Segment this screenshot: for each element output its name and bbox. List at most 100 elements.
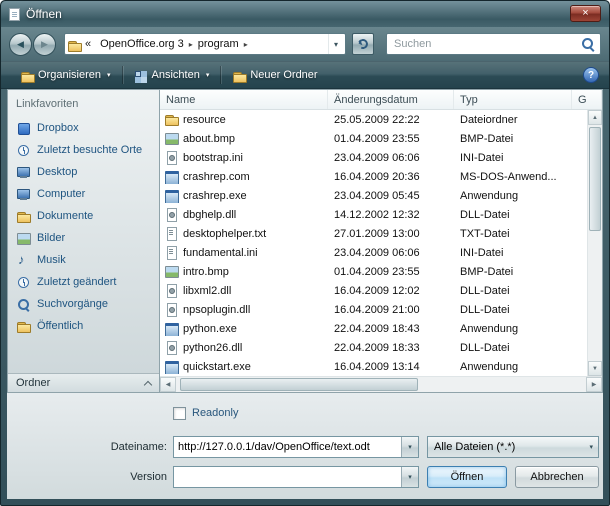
views-button[interactable]: Ansichten ▾ [125, 66, 219, 85]
file-row-desktophelper-txt[interactable]: desktophelper.txt27.01.2009 13:00TXT-Dat… [160, 224, 587, 243]
version-combobox[interactable]: ▾ [173, 466, 419, 488]
file-row-libxml2-dll[interactable]: libxml2.dll16.04.2009 12:02DLL-Datei [160, 281, 587, 300]
refresh-button[interactable] [352, 33, 374, 55]
open-button[interactable]: Öffnen [427, 466, 507, 488]
clock-icon [16, 275, 31, 290]
file-row-resource[interactable]: resource25.05.2009 22:22Dateiordner [160, 110, 587, 129]
file-date: 01.04.2009 23:55 [328, 133, 454, 145]
new-folder-button[interactable]: Neuer Ordner [223, 66, 326, 85]
filename-dropdown-button[interactable]: ▾ [401, 437, 418, 457]
scroll-left-button[interactable]: ◀ [160, 377, 176, 392]
forward-button[interactable]: ▶ [33, 33, 56, 56]
file-row-dbghelp-dll[interactable]: dbghelp.dll14.12.2002 12:32DLL-Datei [160, 205, 587, 224]
folder-icon [16, 209, 31, 224]
version-dropdown-button[interactable]: ▾ [401, 467, 418, 487]
horizontal-scrollbar[interactable]: ◀ ▶ [160, 376, 602, 392]
vertical-scroll-track[interactable] [588, 125, 602, 361]
scroll-up-button[interactable]: ▲ [588, 110, 602, 125]
sidebar-item-dropbox[interactable]: Dropbox [8, 117, 159, 139]
vertical-scrollbar[interactable]: ▲ ▼ [587, 110, 602, 376]
horizontal-scroll-thumb[interactable] [180, 378, 418, 391]
organize-icon [20, 69, 33, 82]
breadcrumb-separator-icon[interactable]: ▸ [243, 40, 249, 49]
vertical-scroll-thumb[interactable] [589, 127, 601, 231]
breadcrumb-dropdown-button[interactable]: ▾ [328, 34, 343, 54]
file-row-fundamental-ini[interactable]: fundamental.ini23.04.2009 06:06INI-Datei [160, 243, 587, 262]
sidebar-item-computer[interactable]: Computer [8, 183, 159, 205]
sidebar-item-suchvorgaenge[interactable]: Suchvorgänge [8, 293, 159, 315]
navigation-bar: ◀ ▶ « OpenOffice.org 3▸program▸ ▾ [1, 27, 609, 61]
readonly-checkbox[interactable] [173, 407, 186, 420]
file-row-npsoplugin-dll[interactable]: npsoplugin.dll16.04.2009 21:00DLL-Datei [160, 300, 587, 319]
file-row-crashrep-com[interactable]: crashrep.com16.04.2009 20:36MS-DOS-Anwen… [160, 167, 587, 186]
app-icon [164, 169, 179, 184]
scroll-down-button[interactable]: ▼ [588, 361, 602, 376]
sidebar-item-dokumente[interactable]: Dokumente [8, 205, 159, 227]
organize-button[interactable]: Organisieren ▾ [11, 66, 120, 85]
search-icon [581, 37, 595, 51]
sidebar-item-zuletzt-besuchte-orte[interactable]: Zuletzt besuchte Orte [8, 139, 159, 161]
file-row-bootstrap-ini[interactable]: bootstrap.ini23.04.2009 06:06INI-Datei [160, 148, 587, 167]
sidebar-item-label: Musik [37, 254, 66, 266]
favorites-header: Linkfavoriten [8, 90, 159, 115]
help-icon: ? [588, 70, 594, 81]
dialog-icon [9, 8, 20, 21]
titlebar[interactable]: Öffnen × [1, 1, 609, 27]
sidebar-item-label: Bilder [37, 232, 65, 244]
column-header-typ[interactable]: Typ [454, 90, 572, 109]
gear-icon [164, 340, 179, 355]
file-row-crashrep-exe[interactable]: crashrep.exe23.04.2009 05:45Anwendung [160, 186, 587, 205]
file-name: intro.bmp [183, 266, 229, 278]
file-name-cell: npsoplugin.dll [160, 302, 328, 317]
file-row-python26-dll[interactable]: python26.dll22.04.2009 18:33DLL-Datei [160, 338, 587, 357]
sidebar-item-zuletzt-geaendert[interactable]: Zuletzt geändert [8, 271, 159, 293]
search-box[interactable] [386, 33, 601, 55]
file-name-cell: quickstart.exe [160, 359, 328, 374]
help-button[interactable]: ? [583, 67, 599, 83]
file-date: 27.01.2009 13:00 [328, 228, 454, 240]
sidebar-item-oeffentlich[interactable]: Öffentlich [8, 315, 159, 337]
breadcrumb[interactable]: « OpenOffice.org 3▸program▸ ▾ [64, 33, 346, 55]
chevron-down-icon: ▾ [589, 443, 593, 451]
sidebar-item-desktop[interactable]: Desktop [8, 161, 159, 183]
scroll-right-button[interactable]: ▶ [586, 377, 602, 392]
filename-combobox[interactable]: ▾ [173, 436, 419, 458]
sidebar-item-bilder[interactable]: Bilder [8, 227, 159, 249]
breadcrumb-folder-icon [67, 38, 80, 51]
file-name: npsoplugin.dll [183, 304, 250, 316]
file-name-cell: intro.bmp [160, 264, 328, 279]
column-header-aenderungsdatum[interactable]: Änderungsdatum [328, 90, 454, 109]
column-header-name[interactable]: Name [160, 90, 328, 109]
toolbar-separator [122, 66, 123, 84]
search-input[interactable] [392, 37, 581, 51]
file-date: 16.04.2009 12:02 [328, 285, 454, 297]
column-header-g[interactable]: G [572, 90, 602, 109]
cancel-button[interactable]: Abbrechen [515, 466, 599, 488]
filetype-select[interactable]: Alle Dateien (*.*) ▾ [427, 436, 599, 458]
folders-expander[interactable]: Ordner [8, 373, 159, 392]
views-dropdown-icon: ▾ [206, 71, 210, 79]
filename-input[interactable] [174, 441, 401, 453]
sidebar-item-label: Zuletzt besuchte Orte [37, 144, 142, 156]
file-row-about-bmp[interactable]: about.bmp01.04.2009 23:55BMP-Datei [160, 129, 587, 148]
file-row-python-exe[interactable]: python.exe22.04.2009 18:43Anwendung [160, 319, 587, 338]
file-date: 16.04.2009 20:36 [328, 171, 454, 183]
breadcrumb-item-program[interactable]: program [194, 38, 243, 50]
close-button[interactable]: × [570, 5, 601, 22]
file-row-intro-bmp[interactable]: intro.bmp01.04.2009 23:55BMP-Datei [160, 262, 587, 281]
horizontal-scroll-track[interactable] [176, 377, 586, 392]
breadcrumb-overflow-chevron[interactable]: « [82, 38, 94, 50]
version-label: Version [7, 471, 167, 483]
back-button[interactable]: ◀ [9, 33, 32, 56]
file-date: 22.04.2009 18:43 [328, 323, 454, 335]
version-input[interactable] [174, 471, 401, 483]
file-row-quickstart-exe[interactable]: quickstart.exe16.04.2009 13:14Anwendung [160, 357, 587, 376]
open-button-label: Öffnen [451, 471, 484, 483]
back-icon: ◀ [17, 39, 24, 50]
close-icon: × [582, 8, 588, 19]
file-type: BMP-Datei [454, 133, 572, 145]
breadcrumb-item-openoffice-org-3[interactable]: OpenOffice.org 3 [96, 38, 188, 50]
file-type: INI-Datei [454, 247, 572, 259]
version-row: Version ▾ Öffnen Abbrechen [7, 466, 603, 488]
sidebar-item-musik[interactable]: Musik [8, 249, 159, 271]
